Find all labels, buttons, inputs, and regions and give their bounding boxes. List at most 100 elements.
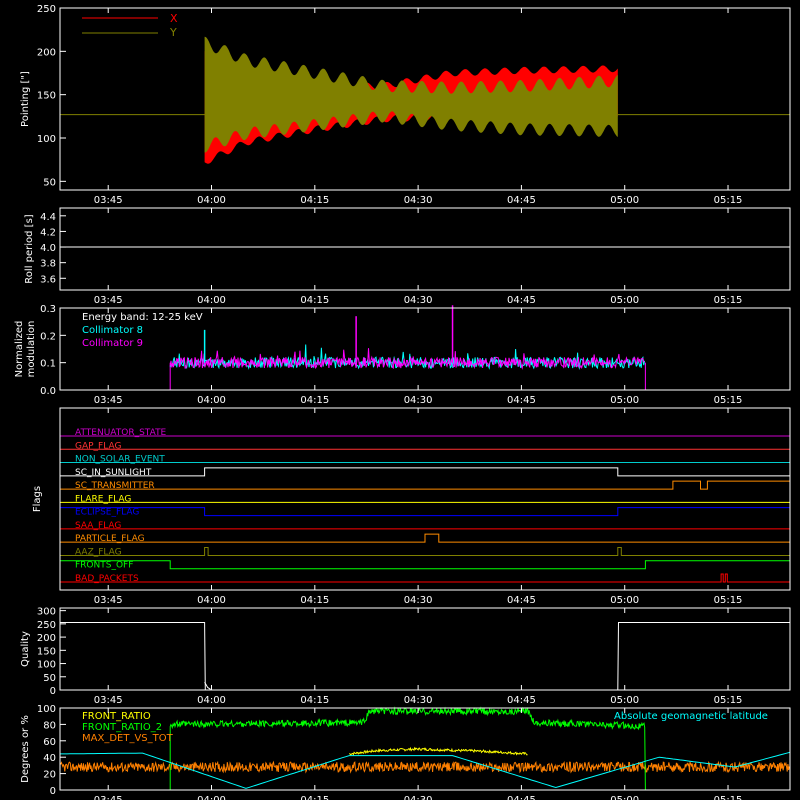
flag-eclipse-flag-trace: [59, 507, 791, 517]
roll-ytick-label: 4.2: [40, 227, 56, 238]
flags-xtick-label: 05:15: [714, 595, 743, 606]
ratios-front-ratio-trace: [349, 746, 528, 756]
modulation-xtick-label: 05:15: [714, 395, 743, 406]
pointing-ytick-label: 50: [43, 177, 56, 188]
ratios-ytick-label: 60: [43, 737, 56, 748]
flag-bad-packets-trace: [60, 573, 790, 583]
pointing-series-y-band: [204, 36, 618, 153]
roll-ytick-label: 4.4: [40, 212, 56, 223]
ratios-xtick-label: 05:15: [714, 795, 743, 800]
pointing-xtick-label: 04:15: [300, 195, 329, 206]
flag-non-solar-event-label: NON_SOLAR_EVENT: [75, 455, 165, 465]
quality-ytick-label: 300: [37, 607, 56, 618]
modulation-ylabel-line1: Normalized: [14, 321, 25, 378]
ratios-legend-max-det: MAX_DET_VS_TOT: [82, 733, 174, 744]
pointing-legend-x-label: X: [170, 12, 178, 25]
quality-xtick-label: 04:30: [404, 695, 433, 706]
pointing-xtick-label: 04:45: [507, 195, 536, 206]
roll-ylabel: Roll period [s]: [24, 214, 35, 283]
flag-gap-flag-label: GAP_FLAG: [75, 441, 121, 451]
modulation-ytick-label: 0.2: [40, 331, 56, 342]
quality-ytick-label: 250: [37, 620, 56, 631]
flag-sc-transmitter-label: SC_TRANSMITTER: [75, 481, 155, 491]
flags-ylabel: Flags: [32, 486, 43, 512]
quality-trace: [60, 622, 790, 691]
flags-xtick-label: 04:30: [404, 595, 433, 606]
flags-axes-frame: [59, 407, 791, 591]
quality-ytick-label: 200: [37, 633, 56, 644]
ratios-ytick-label: 0: [50, 786, 56, 797]
pointing-xtick-label: 05:15: [714, 195, 743, 206]
roll-xtick-label: 04:00: [197, 295, 226, 306]
modulation-xtick-label: 04:45: [507, 395, 536, 406]
modulation-energy-band-annotation: Energy band: 12-25 keV: [82, 312, 203, 323]
ratios-geomag-latitude-trace: [60, 751, 791, 789]
flag-aaz-flag-label: AAZ_FLAG: [75, 547, 122, 557]
figure-svg: 50100150200250Pointing ["]XY03:45 04:00 04…: [14, 4, 791, 800]
modulation-ytick-label: 0.3: [40, 304, 56, 315]
flag-fronts-off-label: FRONTS_OFF: [75, 561, 133, 571]
quality-xtick-label: 04:00: [197, 695, 226, 706]
ratios-legend-front-ratio-2: FRONT_RATIO_2: [82, 722, 162, 733]
flag-sc-transmitter-trace: [60, 480, 791, 490]
flag-aaz-flag-trace: [60, 546, 790, 556]
quality-xtick-label: 04:15: [300, 695, 329, 706]
modulation-legend-collimator9: Collimator 9: [82, 338, 143, 349]
flags-xtick-label: 04:00: [197, 595, 226, 606]
quality-xtick-label: 04:45: [507, 695, 536, 706]
roll-xtick-label: 03:45: [94, 295, 123, 306]
quality-xtick-label: 05:15: [714, 695, 743, 706]
flags-xtick-label: 05:00: [610, 595, 639, 606]
roll-ytick-label: 3.6: [40, 274, 56, 285]
roll-xtick-label: 04:15: [300, 295, 329, 306]
roll-xtick-label: 05:15: [714, 295, 743, 306]
modulation-xtick-label: 04:15: [300, 395, 329, 406]
flag-sc-in-sunlight-label: SC_IN_SUNLIGHT: [75, 468, 152, 478]
roll-ytick-label: 4.0: [40, 243, 56, 254]
pointing-xtick-label: 04:30: [404, 195, 433, 206]
quality-ytick-label: 0: [50, 686, 56, 697]
modulation-xtick-label: 04:30: [404, 395, 433, 406]
quality-ylabel: Quality: [20, 631, 31, 667]
modulation-xtick-label: 05:00: [610, 395, 639, 406]
pointing-xtick-label: 05:00: [610, 195, 639, 206]
ratios-ytick-label: 20: [43, 770, 56, 781]
modulation-xtick-label: 03:45: [94, 395, 123, 406]
pointing-ylabel: Pointing ["]: [20, 71, 31, 127]
pointing-ytick-label: 100: [37, 134, 56, 145]
flags-xtick-label: 04:15: [300, 595, 329, 606]
flag-fronts-off-trace: [59, 560, 791, 570]
ratios-xtick-label: 05:00: [610, 795, 639, 800]
flag-attenuator-state-label: ATTENUATOR_STATE: [75, 428, 167, 438]
roll-axes-frame: [59, 207, 791, 291]
pointing-xtick-label: 04:00: [197, 195, 226, 206]
quality-axes-frame: [59, 607, 791, 691]
pointing-ytick-label: 150: [37, 91, 56, 102]
roll-ytick-label: 3.8: [40, 259, 56, 270]
ratios-xtick-label: 03:45: [94, 795, 123, 800]
flag-flare-flag-label: FLARE_FLAG: [75, 494, 131, 504]
quality-ytick-label: 50: [43, 673, 56, 684]
pointing-ytick-label: 200: [37, 47, 56, 58]
pointing-legend-y-label: Y: [169, 26, 177, 39]
flag-eclipse-flag-label: ECLIPSE_FLAG: [75, 508, 139, 518]
roll-xtick-label: 05:00: [610, 295, 639, 306]
flag-particle-flag-trace: [60, 533, 790, 543]
pointing-ytick-label: 250: [37, 4, 56, 15]
ratios-xtick-label: 04:45: [507, 795, 536, 800]
modulation-ytick-label: 0.0: [40, 386, 56, 397]
modulation-legend-collimator8: Collimator 8: [82, 325, 143, 336]
flag-particle-flag-label: PARTICLE_FLAG: [75, 534, 145, 544]
rhessi-quicklook-figure: 50 100 150 200 250 Pointing ["] X Y 03:45 04:00 04…: [0, 0, 800, 800]
modulation-ytick-label: 0.1: [40, 359, 56, 370]
flag-bad-packets-label: BAD_PACKETS: [75, 574, 139, 584]
ratios-ytick-label: 40: [43, 753, 56, 764]
ratios-legend-front-ratio: FRONT_RATIO: [82, 711, 151, 722]
ratios-ytick-label: 100: [37, 704, 56, 715]
modulation-xtick-label: 04:00: [197, 395, 226, 406]
ratios-xtick-label: 04:00: [197, 795, 226, 800]
flag-sc-in-sunlight-trace: [60, 467, 790, 477]
modulation-ylabel-line2: modulation: [26, 321, 37, 378]
quality-xtick-label: 05:00: [610, 695, 639, 706]
quality-xtick-label: 03:45: [94, 695, 123, 706]
